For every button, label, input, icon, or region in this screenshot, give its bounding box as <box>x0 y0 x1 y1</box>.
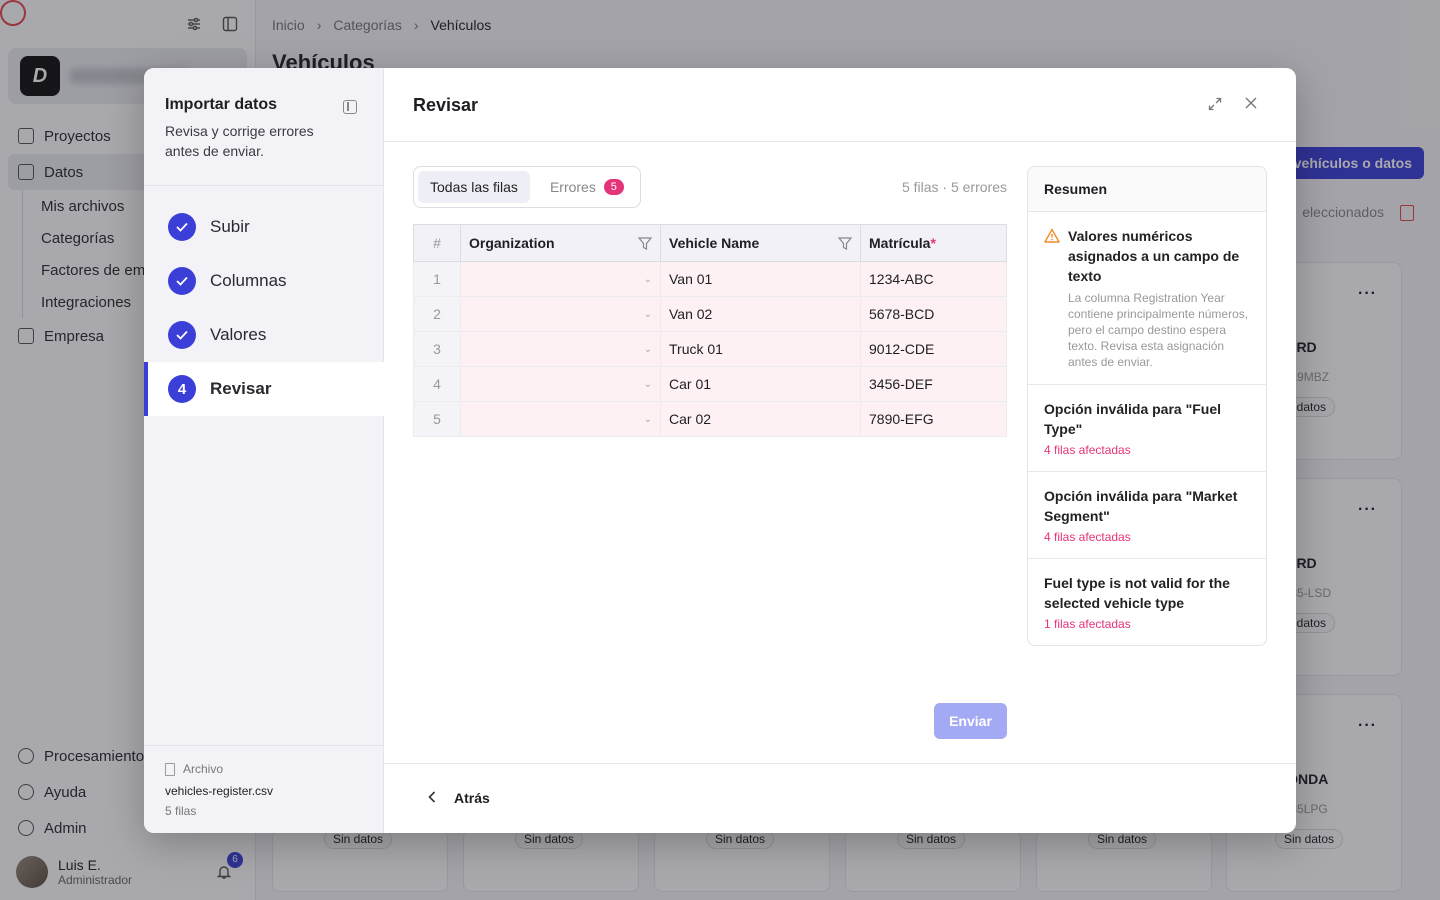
column-header-index: # <box>413 224 461 262</box>
step-review[interactable]: 4 Revisar <box>144 362 384 416</box>
organization-select[interactable]: ⌄ <box>460 261 661 297</box>
import-modal: Importar datos Revisa y corrige errores … <box>144 68 1296 833</box>
step-values[interactable]: Valores <box>144 308 384 362</box>
required-marker: * <box>930 235 936 251</box>
chevron-down-icon: ⌄ <box>643 273 652 285</box>
back-button[interactable]: Atrás <box>428 790 490 806</box>
row-number: 4 <box>413 366 461 402</box>
modal-footer: Atrás <box>384 763 1296 833</box>
check-icon <box>168 213 196 241</box>
organization-select[interactable]: ⌄ <box>460 331 661 367</box>
row-number: 5 <box>413 401 461 437</box>
column-header-plate[interactable]: Matrícula* <box>860 224 1007 262</box>
vehicle-name-cell[interactable]: Van 02 <box>660 296 861 332</box>
collapse-panel-icon[interactable] <box>343 100 357 114</box>
check-icon <box>168 321 196 349</box>
import-title: Importar datos <box>165 96 278 113</box>
plate-cell[interactable]: 1234-ABC <box>860 261 1007 297</box>
modal-header: Revisar <box>384 68 1296 142</box>
file-info: Archivo vehicles-register.csv 5 filas <box>144 745 383 833</box>
row-number: 2 <box>413 296 461 332</box>
table-row: 3 ⌄ Truck 01 9012-CDE <box>413 331 1007 367</box>
summary-panel: Resumen Valores numéricos asignados a un… <box>1027 166 1267 646</box>
plate-cell[interactable]: 9012-CDE <box>860 331 1007 367</box>
column-header-organization[interactable]: Organization <box>460 224 661 262</box>
chevron-down-icon: ⌄ <box>643 308 652 320</box>
column-header-vehicle-name[interactable]: Vehicle Name <box>660 224 861 262</box>
summary-error-item[interactable]: Opción inválida para "Fuel Type" 4 filas… <box>1028 385 1266 472</box>
table-row: 4 ⌄ Car 01 3456-DEF <box>413 366 1007 402</box>
step-list: Subir Columnas Valores 4 Revisar <box>144 200 384 416</box>
table-row: 2 ⌄ Van 02 5678-BCD <box>413 296 1007 332</box>
error-count-badge: 5 <box>603 179 624 195</box>
plate-cell[interactable]: 3456-DEF <box>860 366 1007 402</box>
filter-icon[interactable] <box>837 237 853 250</box>
tab-errors[interactable]: Errores 5 <box>538 171 636 203</box>
summary-title: Resumen <box>1028 167 1266 212</box>
file-icon <box>165 762 175 776</box>
vehicle-name-cell[interactable]: Van 01 <box>660 261 861 297</box>
step-number: 4 <box>168 375 196 403</box>
import-description: Revisa y corrige errores antes de enviar… <box>165 123 314 159</box>
review-table: # Organization Vehicle Name Matrícula* 1… <box>413 224 1007 437</box>
file-name: vehicles-register.csv <box>165 784 274 798</box>
plate-cell[interactable]: 5678-BCD <box>860 296 1007 332</box>
chevron-left-icon <box>428 790 436 806</box>
warning-icon <box>1044 228 1060 244</box>
expand-icon[interactable] <box>1208 97 1222 111</box>
step-upload[interactable]: Subir <box>144 200 384 254</box>
summary-error-item[interactable]: Opción inválida para "Market Segment" 4 … <box>1028 472 1266 559</box>
plate-cell[interactable]: 7890-EFG <box>860 401 1007 437</box>
vehicle-name-cell[interactable]: Car 02 <box>660 401 861 437</box>
check-icon <box>168 267 196 295</box>
table-row: 5 ⌄ Car 02 7890-EFG <box>413 401 1007 437</box>
organization-select[interactable]: ⌄ <box>460 366 661 402</box>
summary-error-item[interactable]: Fuel type is not valid for the selected … <box>1028 559 1266 645</box>
organization-select[interactable]: ⌄ <box>460 401 661 437</box>
row-number: 3 <box>413 331 461 367</box>
vehicle-name-cell[interactable]: Truck 01 <box>660 331 861 367</box>
chevron-down-icon: ⌄ <box>643 378 652 390</box>
row-number: 1 <box>413 261 461 297</box>
close-icon[interactable] <box>1243 96 1259 112</box>
row-error-counts: 5 filas · 5 errores <box>901 179 1007 195</box>
vehicle-name-cell[interactable]: Car 01 <box>660 366 861 402</box>
tab-all-rows[interactable]: Todas las filas <box>418 171 530 203</box>
filter-tabs: Todas las filas Errores 5 <box>413 166 641 208</box>
import-steps-sidebar: Importar datos Revisa y corrige errores … <box>144 68 384 833</box>
modal-title: Revisar <box>413 95 479 115</box>
table-row: 1 ⌄ Van 01 1234-ABC <box>413 261 1007 297</box>
filter-icon[interactable] <box>637 237 653 250</box>
step-columns[interactable]: Columnas <box>144 254 384 308</box>
chevron-down-icon: ⌄ <box>643 413 652 425</box>
chevron-down-icon: ⌄ <box>643 343 652 355</box>
organization-select[interactable]: ⌄ <box>460 296 661 332</box>
summary-warning-item[interactable]: Valores numéricos asignados a un campo d… <box>1028 212 1266 385</box>
file-row-count: 5 filas <box>165 804 197 818</box>
submit-button[interactable]: Enviar <box>934 703 1007 739</box>
